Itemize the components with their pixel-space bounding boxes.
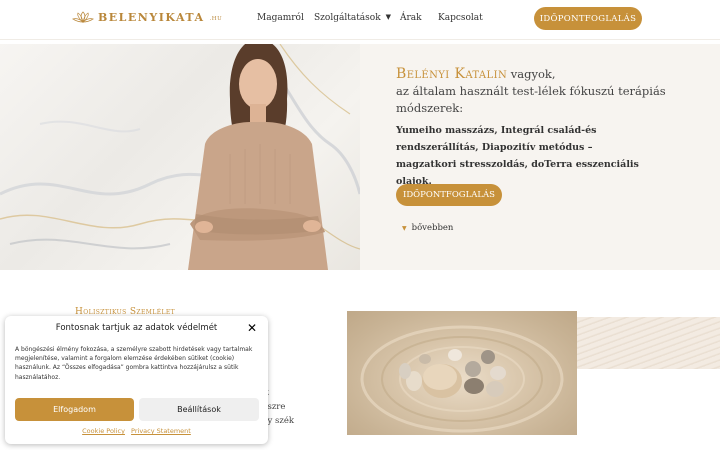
caret-down-icon: ▼ xyxy=(385,13,392,21)
hero-section: Belényi Katalin vagyok, az általam haszn… xyxy=(0,44,720,270)
logo-tld: .HU xyxy=(209,15,223,22)
header-booking-button[interactable]: IDŐPONTFOGLALÁS xyxy=(534,7,642,30)
nav-item-kapcsolat[interactable]: Kapcsolat xyxy=(438,13,483,23)
hero-intro-line: az általam használt test-lélek fókuszú t… xyxy=(396,84,666,115)
hero-booking-button[interactable]: IDŐPONTFOGLALÁS xyxy=(396,184,502,206)
privacy-statement-link[interactable]: Privacy Statement xyxy=(131,427,191,435)
nav-item-arak[interactable]: Árak xyxy=(400,13,422,23)
sand-texture-image xyxy=(577,317,720,369)
hero-content: Belényi Katalin vagyok, az általam haszn… xyxy=(360,44,720,270)
hero-intro: Belényi Katalin vagyok, az általam haszn… xyxy=(396,66,696,117)
caret-down-icon: ▼ xyxy=(402,224,407,232)
stones-illustration xyxy=(360,325,564,433)
zen-stones-image xyxy=(347,311,577,435)
cookie-links: Cookie Policy Privacy Statement xyxy=(5,427,268,435)
logo-text: BELENYIKATA xyxy=(98,10,205,24)
site-header: BELENYIKATA .HU Magamról Szolgáltatások ▼… xyxy=(0,0,720,40)
nav-item-label: Szolgáltatások xyxy=(314,13,381,23)
hero-portrait-image xyxy=(0,44,360,270)
nav-item-magamrol[interactable]: Magamról xyxy=(257,13,304,23)
settings-button[interactable]: Beállítások xyxy=(139,398,259,421)
cookie-body: A böngészési élmény fokozása, a személyr… xyxy=(15,346,253,381)
cookie-title: Fontosnak tartjuk az adatok védelmét xyxy=(55,323,218,333)
hero-name: Belényi Katalin xyxy=(396,66,508,82)
cookie-policy-link[interactable]: Cookie Policy xyxy=(82,427,125,435)
accept-button[interactable]: Elfogadom xyxy=(15,398,134,421)
more-label: bővebben xyxy=(411,223,454,233)
hero-intro-suffix: vagyok, xyxy=(507,67,556,81)
close-icon[interactable]: ✕ xyxy=(247,321,257,335)
nav-item-szolgaltatasok[interactable]: Szolgáltatások ▼ xyxy=(314,13,391,23)
cookie-consent-dialog: Fontosnak tartjuk az adatok védelmét ✕ A… xyxy=(5,316,268,444)
logo[interactable]: BELENYIKATA .HU xyxy=(72,10,222,24)
hero-methods: Yumeiho masszázs, Integrál család-és ren… xyxy=(396,125,639,187)
marble-portrait-illustration xyxy=(0,44,360,270)
lotus-icon xyxy=(72,11,94,23)
more-toggle[interactable]: ▼ bővebben xyxy=(402,223,453,233)
